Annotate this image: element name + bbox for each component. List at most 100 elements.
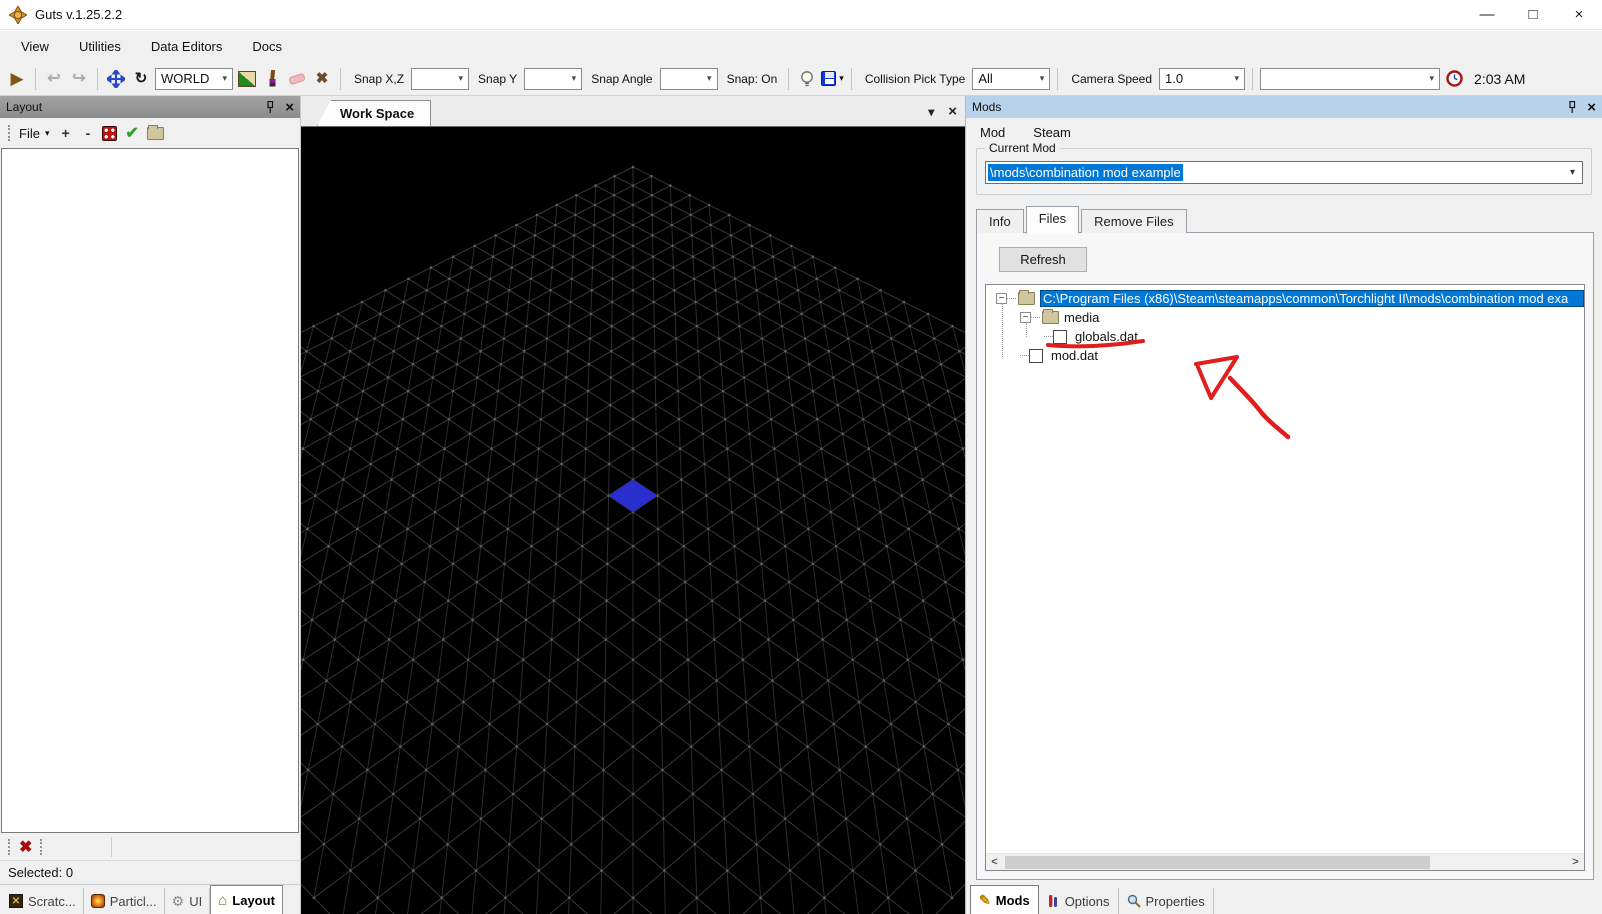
close-icon[interactable]: × (1587, 100, 1596, 115)
menu-utilities[interactable]: Utilities (64, 31, 136, 62)
clock-button[interactable] (1443, 67, 1465, 91)
tab-remove-files[interactable]: Remove Files (1081, 209, 1186, 233)
delete-button[interactable]: ✖ (311, 67, 333, 91)
add-button[interactable]: + (57, 125, 73, 141)
tab-mods[interactable]: ✎ Mods (970, 885, 1039, 914)
play-button[interactable]: ▶ (6, 67, 28, 91)
tab-work-space[interactable]: Work Space (317, 100, 431, 126)
light-toggle-button[interactable] (796, 67, 818, 91)
world-mode-dropdown[interactable]: WORLD ▾ (155, 68, 233, 90)
chevron-down-icon: ▾ (836, 73, 844, 84)
tab-particles[interactable]: Particl... (84, 888, 165, 914)
viewport-3d[interactable] (301, 126, 965, 914)
chevron-down-icon: ▾ (45, 128, 50, 139)
file-menu-button[interactable]: File ▾ (19, 126, 49, 141)
horizontal-scrollbar[interactable]: < > (986, 853, 1584, 870)
gear-icon: ⚙ (172, 893, 185, 910)
scroll-right-arrow[interactable]: > (1567, 856, 1584, 868)
delete-x-button[interactable]: ✖ (19, 837, 32, 857)
separator (788, 68, 789, 90)
lightbulb-icon (799, 70, 815, 87)
texture-paint-button[interactable] (236, 67, 258, 91)
tab-ui[interactable]: ⚙ UI (165, 888, 211, 914)
collision-pick-type-dropdown[interactable]: All ▾ (972, 68, 1050, 90)
tree-item-label[interactable]: globals.dat (1075, 329, 1138, 344)
collision-pick-type-label: Collision Pick Type (865, 72, 966, 86)
rotate-tool-button[interactable]: ↻ (130, 67, 152, 91)
tree-row-globals-dat[interactable]: globals.dat (986, 327, 1584, 346)
tab-properties[interactable]: Properties (1119, 888, 1214, 914)
mod-dat-checkbox[interactable] (1029, 349, 1043, 363)
file-menu-label: File (19, 126, 40, 141)
layout-panel-header: Layout × (0, 96, 300, 118)
maximize-button[interactable]: □ (1510, 0, 1556, 29)
move-tool-button[interactable] (105, 67, 127, 91)
collision-pick-type-value: All (978, 71, 992, 86)
save-button[interactable]: ▾ (821, 67, 844, 91)
tree-row-root[interactable]: − C:\Program Files (x86)\Steam\steamapps… (986, 289, 1584, 308)
minimize-button[interactable]: — (1464, 0, 1510, 29)
pin-icon[interactable] (265, 101, 275, 114)
main-toolbar: ▶ ↩ ↪ ↻ WORLD ▾ ✖ Snap X,Z ▾ Snap Y ▾ Sn… (0, 62, 1602, 96)
collapse-icon[interactable]: − (1020, 312, 1031, 323)
brush-button[interactable] (261, 67, 283, 91)
tree-row-media[interactable]: − media (986, 308, 1584, 327)
eraser-button[interactable] (286, 67, 308, 91)
menu-view[interactable]: View (6, 31, 64, 62)
files-tab-page: Refresh − C:\Program Files (x86)\Steam\s… (976, 232, 1594, 880)
current-mod-dropdown[interactable]: \mods\combination mod example ▾ (985, 161, 1583, 184)
snap-angle-dropdown[interactable]: ▾ (660, 68, 718, 90)
mods-menu-bar: Mod Steam (966, 118, 1602, 146)
scrollbar-thumb[interactable] (1005, 856, 1430, 869)
tree-item-label[interactable]: media (1064, 310, 1099, 325)
tab-label: Layout (232, 893, 275, 908)
scroll-left-arrow[interactable]: < (986, 856, 1003, 868)
tools-icon (1047, 894, 1060, 908)
pin-icon[interactable] (1567, 101, 1577, 114)
toolbar-grip[interactable] (8, 839, 11, 855)
refresh-button[interactable]: Refresh (999, 247, 1087, 272)
folder-icon[interactable] (147, 127, 164, 140)
snap-y-dropdown[interactable]: ▾ (524, 68, 582, 90)
collapse-icon[interactable]: − (996, 293, 1007, 304)
tab-options[interactable]: Options (1039, 888, 1119, 914)
globals-dat-checkbox[interactable] (1053, 330, 1067, 344)
layout-lower-toolbar: ✖ (0, 833, 300, 860)
menu-docs[interactable]: Docs (237, 31, 297, 62)
check-icon[interactable]: ✔ (125, 123, 138, 143)
undo-button[interactable]: ↩ (43, 67, 65, 91)
world-mode-value: WORLD (161, 71, 209, 86)
remove-button[interactable]: - (82, 125, 95, 141)
selected-blue-tile (609, 480, 658, 512)
tab-list-dropdown[interactable]: ▾ (928, 105, 934, 119)
tab-files[interactable]: Files (1026, 206, 1079, 234)
scene-dropdown[interactable]: ▾ (1260, 68, 1440, 90)
redo-button[interactable]: ↪ (68, 67, 90, 91)
tree-connector (1031, 317, 1040, 318)
mod-files-tree[interactable]: − C:\Program Files (x86)\Steam\steamapps… (985, 284, 1585, 871)
terrain-grid (301, 127, 965, 914)
tab-info[interactable]: Info (976, 209, 1024, 233)
tree-item-label[interactable]: mod.dat (1051, 348, 1098, 363)
toolbar-grip[interactable] (40, 839, 43, 855)
tree-root-label[interactable]: C:\Program Files (x86)\Steam\steamapps\c… (1040, 290, 1584, 307)
close-icon[interactable]: × (285, 100, 294, 115)
layout-panel: Layout × File ▾ + - ✔ ✖ Selected: 0 ✕ Sc… (0, 96, 301, 914)
layout-list[interactable] (1, 148, 299, 833)
tab-scratchpad[interactable]: ✕ Scratc... (2, 888, 84, 914)
close-button[interactable]: × (1556, 0, 1602, 29)
tab-label: UI (189, 894, 202, 909)
left-bottom-tabs: ✕ Scratc... Particl... ⚙ UI ⌂ Layout (0, 884, 300, 914)
tab-close-icon[interactable]: × (948, 103, 957, 120)
tree-row-mod-dat[interactable]: mod.dat (986, 346, 1584, 365)
menu-steam[interactable]: Steam (1033, 125, 1071, 140)
selected-count: Selected: 0 (8, 865, 73, 880)
menu-data-editors[interactable]: Data Editors (136, 31, 238, 62)
toolbar-grip[interactable] (8, 125, 11, 141)
snap-xz-label: Snap X,Z (354, 72, 404, 86)
snap-xz-dropdown[interactable]: ▾ (411, 68, 469, 90)
menu-mod[interactable]: Mod (980, 125, 1005, 140)
tab-layout[interactable]: ⌂ Layout (210, 885, 283, 914)
camera-speed-dropdown[interactable]: 1.0 ▾ (1159, 68, 1245, 90)
dice-icon[interactable] (102, 126, 117, 141)
